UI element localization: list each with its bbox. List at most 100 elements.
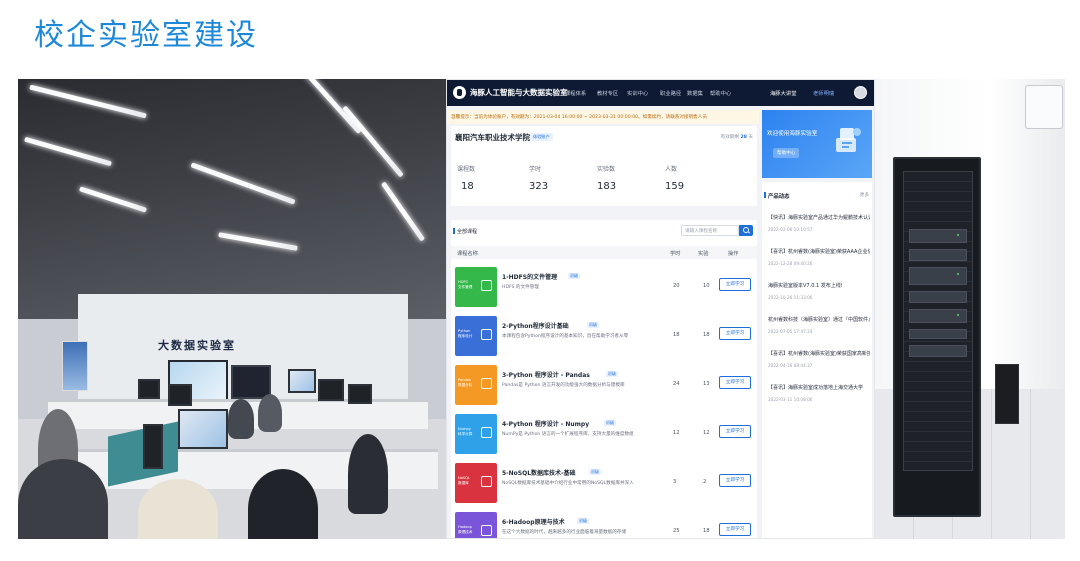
wall-display [231, 365, 271, 399]
air-conditioner [1025, 85, 1063, 129]
school-card: 襄阳汽车职业技术学院 体验账户 有效期剩 28 天 课程数 18 学时 323 … [451, 126, 757, 206]
course-thumbnail[interactable]: Pandas 数据分析 [455, 365, 497, 405]
news-headline: 海豚实验室版本V7.0.1 发布上线! [768, 283, 843, 289]
course-level-badge: 初级 [577, 518, 589, 524]
news-item[interactable]: 【喜讯】杭州睿数(海豚实验室)荣获国家高新技术企业 2022-04-16 08:4… [768, 350, 870, 380]
nav-career-path[interactable]: 职业路径 [660, 89, 681, 97]
course-level-badge: 初级 [587, 322, 599, 328]
news-panel: 产品动态 更多 【快讯】海豚实验室产品通过华为鲲鹏技术认证 2022-02-06 … [762, 182, 872, 538]
col-hours: 学时 [670, 251, 681, 257]
pc-monitor [168, 384, 192, 406]
course-thumbnail-text: Hadoop 原理技术 [458, 525, 473, 534]
nav-datasets[interactable]: 数据集 [687, 89, 703, 97]
course-level-badge: 初级 [568, 273, 580, 279]
status-led [957, 314, 959, 316]
news-more-link[interactable]: 更多 [860, 192, 869, 198]
expire-days: 28 [740, 135, 747, 140]
help-center-button[interactable]: 帮助中心 [773, 148, 800, 158]
ups-box [995, 364, 1019, 424]
news-headline: 【喜讯】杭州睿数(海豚实验室)荣获AAA企业信用等级 [768, 249, 870, 255]
account-type-badge: 体验账户 [530, 133, 553, 141]
ceiling [18, 79, 446, 319]
nav-lecture-hall[interactable]: 海豚大讲堂 [770, 89, 797, 97]
nav-training[interactable]: 实训中心 [627, 89, 648, 97]
welcome-banner: 欢迎使用海豚实验室 帮助中心 [762, 110, 872, 178]
student [348, 434, 388, 514]
news-item[interactable]: 【喜讯】杭州睿数(海豚实验室)荣获AAA企业信用等级 2022-12-28 09:… [768, 248, 870, 278]
lab-illustration-icon [836, 128, 861, 152]
course-hours: 18 [673, 332, 680, 338]
nav-teacher[interactable]: 老师明瑞 [813, 89, 834, 97]
course-hours: 12 [673, 430, 680, 436]
nav-course-system[interactable]: 课程体系 [565, 89, 586, 97]
course-description: Pandas是 Python 语言开发的功能强大的数据分析与建模库 [502, 383, 625, 388]
start-learning-button[interactable]: 立即学习 [719, 474, 751, 487]
course-title[interactable]: 3-Python 程序设计 - Pandas [502, 370, 590, 379]
course-row: Numpy 科学计算 4-Python 程序设计 - Numpy 初级 NumPy是 … [451, 411, 757, 456]
start-learning-button[interactable]: 立即学习 [719, 425, 751, 438]
course-labs: 2 [703, 479, 707, 485]
course-title[interactable]: 2-Python程序设计基础 [502, 321, 569, 330]
course-labs: 18 [703, 528, 710, 534]
course-level-badge: 初级 [606, 371, 618, 377]
news-item[interactable]: 【喜讯】海豚实验室成功落地上海交通大学 2022-03-11 10:08:06 [768, 384, 870, 414]
news-item[interactable]: 海豚实验室版本V7.0.1 发布上线! 2022-10-26 11:33:06 [768, 282, 870, 312]
start-learning-button[interactable]: 立即学习 [719, 376, 751, 389]
course-row: Pandas 数据分析 3-Python 程序设计 - Pandas 初级 Panda… [451, 362, 757, 407]
news-date: 2022-12-28 09:40:26 [768, 261, 813, 266]
stat-label-people: 人数 [665, 166, 678, 173]
course-title[interactable]: 5-NoSQL数据库技术-基础 [502, 468, 576, 477]
nav-textbooks[interactable]: 教材专区 [597, 89, 618, 97]
server-rack-photo [875, 79, 1065, 539]
course-thumbnail[interactable]: Hadoop 原理技术 [455, 512, 497, 538]
rack-server [909, 249, 967, 261]
pc-monitor [178, 409, 228, 449]
course-title[interactable]: 4-Python 程序设计 - Numpy [502, 419, 589, 428]
stat-value-hours: 323 [529, 181, 549, 192]
news-headline: 【喜讯】海豚实验室成功落地上海交通大学 [768, 385, 864, 391]
stat-value-people: 159 [665, 181, 685, 192]
site-logo[interactable]: 海豚人工智能与大数据实验室 [470, 87, 568, 98]
search-icon[interactable] [739, 225, 753, 236]
rack-server [909, 309, 967, 323]
course-search-input[interactable]: 请输入课程名称 [681, 225, 739, 236]
course-description: 本课程包含Python程序设计的基本知识，旨在帮助学习者从零 [502, 334, 629, 339]
course-level-badge: 初级 [604, 420, 616, 426]
student [18, 459, 108, 539]
course-thumbnail-text: Pandas 数据分析 [458, 378, 473, 387]
news-item[interactable]: 【快讯】海豚实验室产品通过华为鲲鹏技术认证 2022-02-06 10:10:57 [768, 214, 870, 244]
course-row: HDFS 文件管理 1-HDFS的文件管理 初级 HDFS 的文件管理 20 10 立即学习 [451, 264, 757, 309]
student [228, 399, 254, 439]
student [258, 394, 282, 432]
course-thumbnail[interactable]: Python 程序设计 [455, 316, 497, 356]
start-learning-button[interactable]: 立即学习 [719, 327, 751, 340]
user-avatar[interactable] [854, 86, 867, 99]
pc-monitor [138, 379, 160, 399]
course-hours: 25 [673, 528, 680, 534]
expire-info: 有效期剩 28 天 [721, 134, 753, 140]
student [248, 469, 318, 539]
course-labs: 12 [703, 430, 710, 436]
notice-bar: 温馨提示：当前为体验账户，有效期为：2021-03-04 16:00:00 ~ … [447, 110, 759, 124]
stat-label-hours: 学时 [529, 166, 542, 173]
expire-unit: 天 [748, 135, 753, 140]
course-hours: 3 [673, 479, 677, 485]
course-thumbnail[interactable]: HDFS 文件管理 [455, 267, 497, 307]
course-title[interactable]: 1-HDFS的文件管理 [502, 272, 557, 281]
slide: 校企实验室建设 大数据实验室 海豚人工智能与大数据实验室 课程体系 教材专区 实… [0, 0, 1080, 561]
news-title: 产品动态 [764, 192, 790, 200]
news-item[interactable]: 杭州睿数科技（海豚实验室）通过『中国软件』认证 2022-07-05 17:47:… [768, 316, 870, 346]
course-labs: 18 [703, 332, 710, 338]
start-learning-button[interactable]: 立即学习 [719, 523, 751, 536]
course-panel: 全部课程 请输入课程名称 课程名称 学时 实验 操作 HDFS 文件管理 1-HD… [451, 220, 757, 538]
pc-monitor [318, 379, 344, 401]
course-thumbnail[interactable]: Numpy 科学计算 [455, 414, 497, 454]
course-title[interactable]: 6-Hadoop原理与技术 [502, 517, 565, 526]
expire-label: 有效期剩 [720, 135, 740, 140]
course-thumbnail-icon [481, 476, 492, 487]
course-thumbnail-icon [481, 329, 492, 340]
course-thumbnail[interactable]: NoSQL 数据库 [455, 463, 497, 503]
nav-help[interactable]: 帮助中心 [710, 89, 731, 97]
start-learning-button[interactable]: 立即学习 [719, 278, 751, 291]
course-labs: 10 [703, 283, 710, 289]
